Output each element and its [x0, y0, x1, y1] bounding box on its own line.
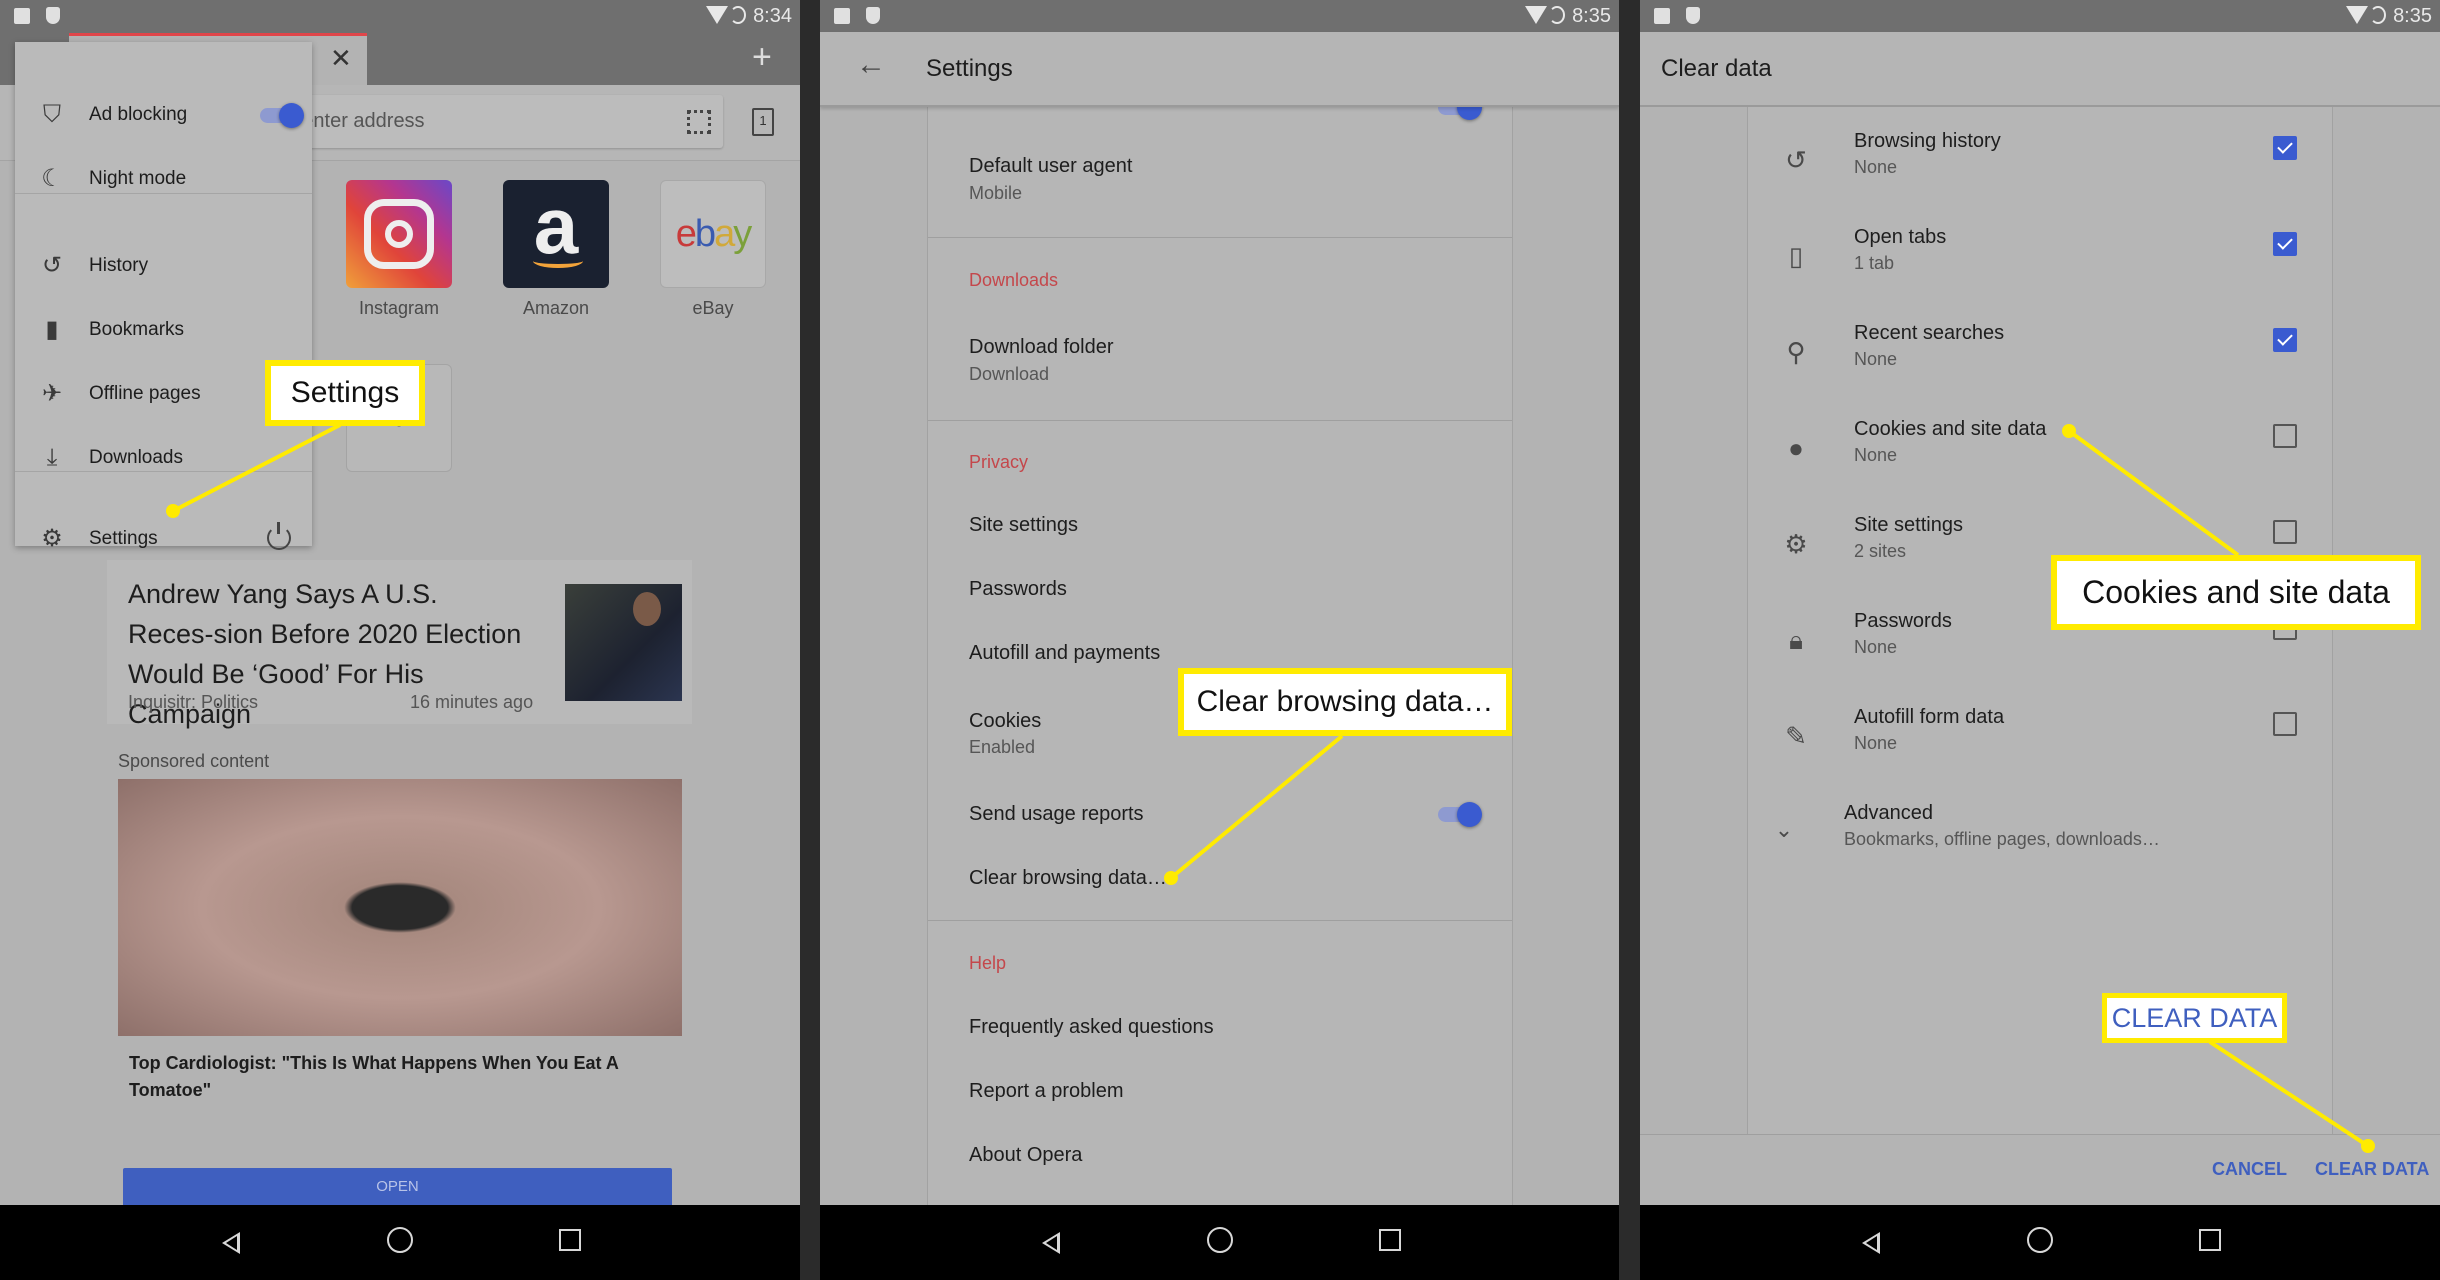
callout-lines — [166, 423, 2375, 1153]
callout-line-settings — [172, 423, 341, 513]
callout-line-clear-data — [2208, 1040, 2370, 1148]
callout-settings: Settings — [265, 360, 425, 426]
callout-clear-data: CLEAR DATA — [2102, 993, 2287, 1043]
callout-cookies: Cookies and site data — [2051, 555, 2421, 630]
callout-dot — [1164, 871, 1178, 885]
callout-line-cookies — [2067, 429, 2240, 557]
callout-line-clear-browsing — [1169, 734, 1344, 880]
callout-dot — [2062, 424, 2076, 438]
callout-dot — [166, 504, 180, 518]
callout-dot — [2361, 1139, 2375, 1153]
callout-clear-browsing-data: Clear browsing data… — [1178, 668, 1512, 736]
